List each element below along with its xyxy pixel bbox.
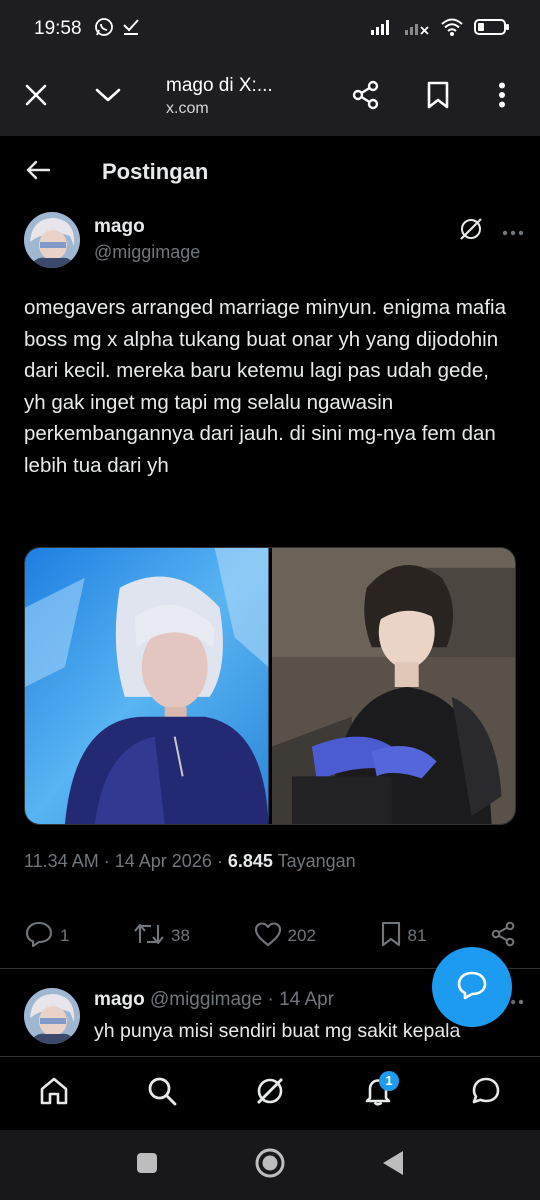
signal-no-sim-icon [404,18,430,41]
compose-reply-button[interactable] [432,947,512,1027]
browser-toolbar: mago di X:... x.com [0,58,540,136]
post-image-right[interactable] [271,548,515,824]
browser-url: x.com [166,100,209,117]
status-bar: 19:58 [0,0,540,58]
avatar[interactable] [24,988,80,1044]
like-button[interactable]: 202 [254,921,316,952]
reply-bubble-icon [456,970,488,1005]
repost-button[interactable]: 38 [133,921,190,952]
bookmark-page-button[interactable] [402,58,474,136]
bottom-navigation: 1 [0,1056,540,1130]
post-meta: 11.34 AM · 14 Apr 2026 · 6.845 Tayangan [24,851,356,872]
bookmark-icon [380,920,402,953]
chat-bubble-icon [470,1075,502,1112]
status-time: 19:58 [34,18,82,39]
heart-icon [254,921,282,952]
download-done-icon [122,17,140,42]
author-name[interactable]: mago [94,214,200,240]
post-author: mago @miggimage [24,212,524,272]
repost-count: 38 [171,926,190,945]
bookmark-icon [426,81,450,114]
notification-badge: 1 [379,1070,399,1091]
search-icon [146,1075,178,1112]
post-text: omegavers arranged marriage minyun. enig… [24,296,506,477]
meta-separator: · [216,851,223,871]
nav-messages[interactable] [456,1064,516,1124]
post-media[interactable] [24,547,516,825]
view-count[interactable]: 6.845 [228,851,273,871]
more-horizontal-icon[interactable] [502,223,524,241]
chevron-down-icon [94,86,122,109]
home-icon [38,1075,70,1112]
more-vertical-icon [498,82,506,113]
reply-icon [24,920,54,953]
reply-text: yh punya misi sendiri buat mg sakit kepa… [94,1020,461,1042]
bookmark-count: 81 [407,926,427,945]
home-button[interactable] [254,1147,286,1184]
post-date: 14 Apr 2026 [114,851,212,871]
close-icon [24,83,48,112]
grok-icon [254,1075,286,1112]
reply-date: 14 Apr [279,989,335,1010]
back-nav-button[interactable] [382,1150,404,1181]
system-navigation [0,1130,540,1200]
reply-author-handle[interactable]: @miggimage [150,989,262,1010]
post-header: Postingan [0,136,540,208]
post-time: 11.34 AM [24,851,99,871]
share-button[interactable] [330,58,402,136]
post-image-left[interactable] [25,548,269,824]
battery-icon [474,18,510,41]
reply-separator: · [267,989,274,1010]
close-tab-button[interactable] [0,58,72,136]
arrow-left-icon [25,159,51,186]
repost-icon [133,921,165,952]
avatar[interactable] [24,212,80,268]
browser-page-title: mago di X:... [166,75,273,96]
whatsapp-icon [94,17,114,42]
nav-search[interactable] [132,1064,192,1124]
author-handle[interactable]: @miggimage [94,240,200,264]
reply-count: 1 [60,926,70,945]
share-icon [490,921,516,952]
signal-icon [370,18,394,41]
like-count: 202 [287,926,316,945]
collapse-button[interactable] [72,58,144,136]
browser-menu-button[interactable] [474,58,530,136]
back-button[interactable] [0,136,76,208]
reply-button[interactable]: 1 [24,920,69,953]
nav-home[interactable] [24,1064,84,1124]
post-actions: 1 38 202 81 [24,910,516,962]
page-title-block[interactable]: mago di X:... x.com [144,74,330,120]
reply-author-name[interactable]: mago [94,989,145,1010]
grok-icon[interactable] [458,216,484,247]
bookmark-button[interactable]: 81 [380,920,427,953]
nav-notifications[interactable]: 1 [348,1064,408,1124]
recent-apps-button[interactable] [136,1152,158,1179]
page-title: Postingan [102,159,209,184]
nav-grok[interactable] [240,1064,300,1124]
share-post-button[interactable] [490,921,516,952]
view-label: Tayangan [277,851,356,871]
wifi-icon [440,17,464,42]
meta-separator: · [103,851,110,871]
share-icon [351,80,381,115]
